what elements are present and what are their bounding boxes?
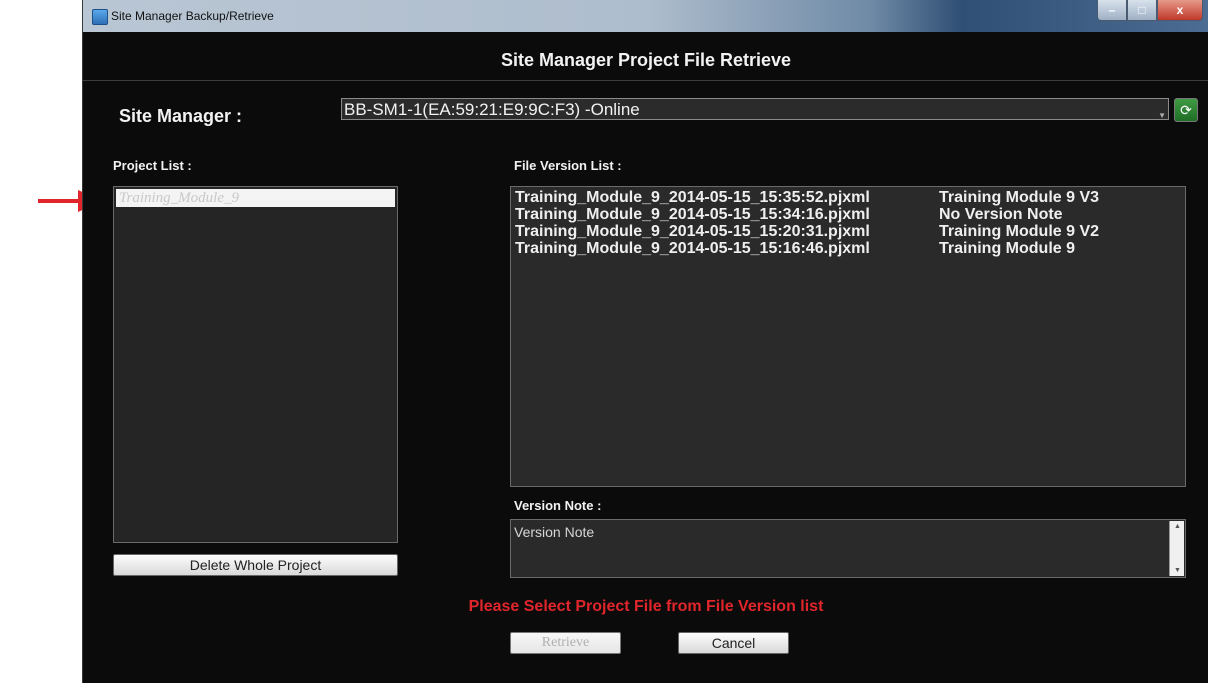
file-version-list-label: File Version List : [514, 158, 622, 173]
refresh-button[interactable]: ⟳ [1174, 98, 1198, 122]
cancel-button[interactable]: Cancel [678, 632, 789, 654]
file-version-row[interactable]: Training_Module_9_2014-05-15_15:34:16.pj… [515, 206, 1181, 223]
retrieve-button[interactable]: Retrieve [510, 632, 621, 654]
minimize-button[interactable]: – [1097, 0, 1127, 21]
file-version-note: No Version Note [939, 206, 1063, 223]
project-list: Training_Module_9 [113, 186, 398, 543]
caption-buttons: – □ x [1097, 0, 1203, 22]
version-note-textarea[interactable]: Version Note ▲ ▼ [510, 519, 1186, 578]
scroll-down-icon[interactable]: ▼ [1174, 567, 1181, 574]
file-version-row[interactable]: Training_Module_9_2014-05-15_15:20:31.pj… [515, 223, 1181, 240]
site-manager-dropdown[interactable]: BB-SM1-1(EA:59:21:E9:9C:F3) -Online ▼ [341, 98, 1169, 120]
site-manager-selected-value: BB-SM1-1(EA:59:21:E9:9C:F3) -Online [344, 100, 640, 119]
file-name: Training_Module_9_2014-05-15_15:16:46.pj… [515, 240, 870, 257]
project-list-label: Project List : [113, 158, 192, 173]
file-version-row[interactable]: Training_Module_9_2014-05-15_15:16:46.pj… [515, 240, 1181, 257]
backup-retrieve-window: Site Manager Backup/Retrieve – □ x Site … [82, 0, 1208, 683]
file-version-row[interactable]: Training_Module_9_2014-05-15_15:35:52.pj… [515, 189, 1181, 206]
status-message: Please Select Project File from File Ver… [468, 598, 824, 615]
version-note-placeholder: Version Note [514, 524, 595, 540]
version-note-label: Version Note : [514, 498, 602, 513]
maximize-button[interactable]: □ [1127, 0, 1157, 21]
title-bar[interactable]: Site Manager Backup/Retrieve – □ x [83, 0, 1208, 32]
close-button[interactable]: x [1157, 0, 1203, 21]
file-name: Training_Module_9_2014-05-15_15:34:16.pj… [515, 206, 870, 223]
app-icon [92, 9, 108, 25]
file-version-note: Training Module 9 V2 [939, 223, 1100, 240]
file-version-note: Training Module 9 [939, 240, 1076, 257]
file-version-list: Training_Module_9_2014-05-15_15:35:52.pj… [510, 186, 1186, 487]
refresh-icon: ⟳ [1180, 101, 1192, 118]
project-list-item[interactable]: Training_Module_9 [116, 189, 395, 207]
page-title: Site Manager Project File Retrieve [83, 40, 1208, 81]
window-title: Site Manager Backup/Retrieve [111, 9, 274, 23]
file-name: Training_Module_9_2014-05-15_15:20:31.pj… [515, 223, 870, 240]
version-note-scrollbar[interactable]: ▲ ▼ [1169, 521, 1184, 576]
file-version-note: Training Module 9 V3 [939, 189, 1100, 206]
delete-whole-project-button[interactable]: Delete Whole Project [113, 554, 398, 576]
site-manager-label: Site Manager : [119, 106, 243, 126]
dropdown-arrow-icon: ▼ [1158, 111, 1166, 120]
file-name: Training_Module_9_2014-05-15_15:35:52.pj… [515, 189, 870, 206]
scroll-up-icon[interactable]: ▲ [1174, 523, 1181, 530]
